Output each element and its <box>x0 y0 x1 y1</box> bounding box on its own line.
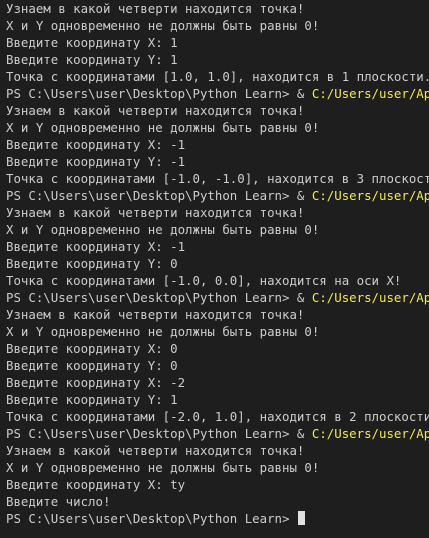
command-line: PS C:\Users\user\Desktop\Python Learn> &… <box>6 425 429 442</box>
output-line: Узнаем в какой четверти находится точка! <box>6 443 305 458</box>
output-line: Введите координату X: -1 <box>6 137 186 152</box>
output-line: Введите координату Y: -1 <box>6 154 186 169</box>
output-line: Точка с координатами [1.0, 1.0], находит… <box>6 69 429 84</box>
command-path: C:/Users/user/AppData <box>311 86 429 101</box>
output-line: Введите число! <box>6 494 111 509</box>
prompt-text: PS C:\Users\user\Desktop\Python Learn> <box>6 511 297 526</box>
command-path: C:/Users/user/AppData <box>311 426 429 441</box>
output-line: Узнаем в какой четверти находится точка! <box>6 1 305 16</box>
output-line: Введите координату X: 1 <box>6 35 178 50</box>
output-line: Введите координату X: ty <box>6 477 186 492</box>
output-line: Узнаем в какой четверти находится точка! <box>6 205 305 220</box>
output-line: X и Y одновременно не должны быть равны … <box>6 120 320 135</box>
output-line: Введите координату Y: 1 <box>6 52 178 67</box>
output-line: X и Y одновременно не должны быть равны … <box>6 18 320 33</box>
command-path: C:/Users/user/AppData <box>311 188 429 203</box>
output-line: X и Y одновременно не должны быть равны … <box>6 460 320 475</box>
output-line: Узнаем в какой четверти находится точка! <box>6 103 305 118</box>
output-line: Введите координату Y: 0 <box>6 358 178 373</box>
output-line: Введите координату X: -2 <box>6 375 186 390</box>
output-line: Точка с координатами [-1.0, 0.0], находи… <box>6 273 402 288</box>
output-line: Узнаем в какой четверти находится точка! <box>6 307 305 322</box>
output-line: Точка с координатами [-2.0, 1.0], находи… <box>6 409 429 424</box>
terminal-output[interactable]: Узнаем в какой четверти находится точка!… <box>0 0 429 538</box>
output-line: Введите координату X: 0 <box>6 341 178 356</box>
output-line: Введите координату Y: 0 <box>6 256 178 271</box>
output-line: Точка с координатами [-1.0, -1.0], наход… <box>6 171 429 186</box>
output-line: X и Y одновременно не должны быть равны … <box>6 222 320 237</box>
prompt-line[interactable]: PS C:\Users\user\Desktop\Python Learn> <box>6 510 429 527</box>
cursor-icon <box>297 511 305 525</box>
output-line: X и Y одновременно не должны быть равны … <box>6 324 320 339</box>
command-line: PS C:\Users\user\Desktop\Python Learn> &… <box>6 85 429 102</box>
command-line: PS C:\Users\user\Desktop\Python Learn> &… <box>6 289 429 306</box>
output-line: Введите координату Y: 1 <box>6 392 178 407</box>
command-path: C:/Users/user/AppData <box>311 290 429 305</box>
command-line: PS C:\Users\user\Desktop\Python Learn> &… <box>6 187 429 204</box>
output-line: Введите координату X: -1 <box>6 239 186 254</box>
